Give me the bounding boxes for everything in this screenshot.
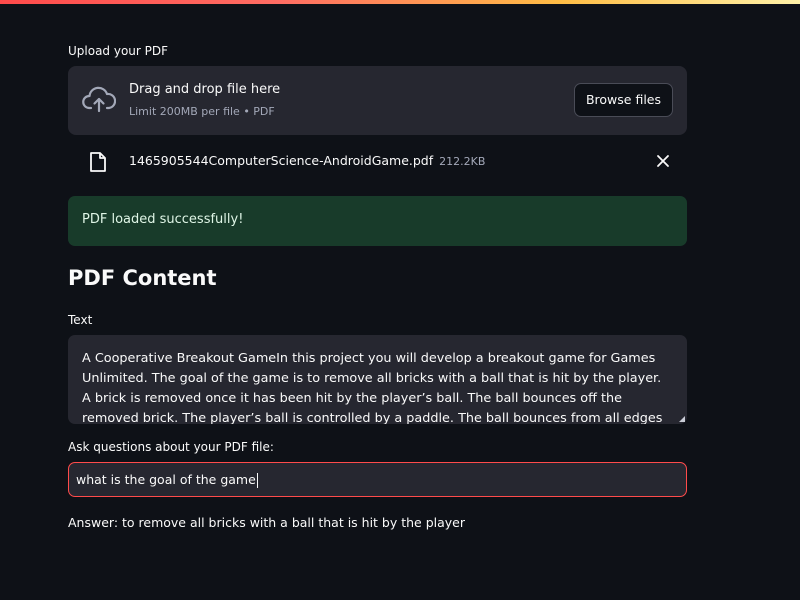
close-icon[interactable] bbox=[656, 154, 670, 168]
upload-label: Upload your PDF bbox=[68, 44, 169, 58]
file-name: 1465905544ComputerScience-AndroidGame.pd… bbox=[129, 153, 485, 168]
app-header-decoration bbox=[0, 0, 800, 4]
text-caret bbox=[256, 473, 258, 488]
pdf-text-content: A Cooperative Breakout GameIn this proje… bbox=[82, 351, 663, 424]
file-icon bbox=[90, 152, 106, 172]
file-name-text: 1465905544ComputerScience-AndroidGame.pd… bbox=[129, 153, 434, 168]
success-message: PDF loaded successfully! bbox=[82, 212, 244, 227]
question-input[interactable]: what is the goal of the game bbox=[68, 462, 687, 497]
browse-files-button[interactable]: Browse files bbox=[573, 83, 673, 117]
file-dropzone[interactable]: Drag and drop file here Limit 200MB per … bbox=[68, 66, 687, 135]
cloud-upload-icon bbox=[82, 86, 116, 113]
question-label: Ask questions about your PDF file: bbox=[68, 440, 274, 454]
resize-handle-icon[interactable] bbox=[679, 416, 685, 422]
success-alert: PDF loaded successfully! bbox=[68, 196, 687, 246]
dropzone-title: Drag and drop file here bbox=[129, 82, 281, 97]
dropzone-subtitle: Limit 200MB per file • PDF bbox=[129, 105, 275, 118]
text-area-label: Text bbox=[68, 313, 93, 327]
pdf-content-heading: PDF Content bbox=[68, 266, 217, 290]
question-input-value: what is the goal of the game bbox=[76, 472, 256, 487]
file-size: 212.2KB bbox=[439, 155, 486, 168]
answer-text: Answer: to remove all bricks with a ball… bbox=[68, 515, 466, 530]
pdf-text-area[interactable]: A Cooperative Breakout GameIn this proje… bbox=[68, 335, 687, 424]
uploaded-file-row: 1465905544ComputerScience-AndroidGame.pd… bbox=[68, 145, 687, 179]
